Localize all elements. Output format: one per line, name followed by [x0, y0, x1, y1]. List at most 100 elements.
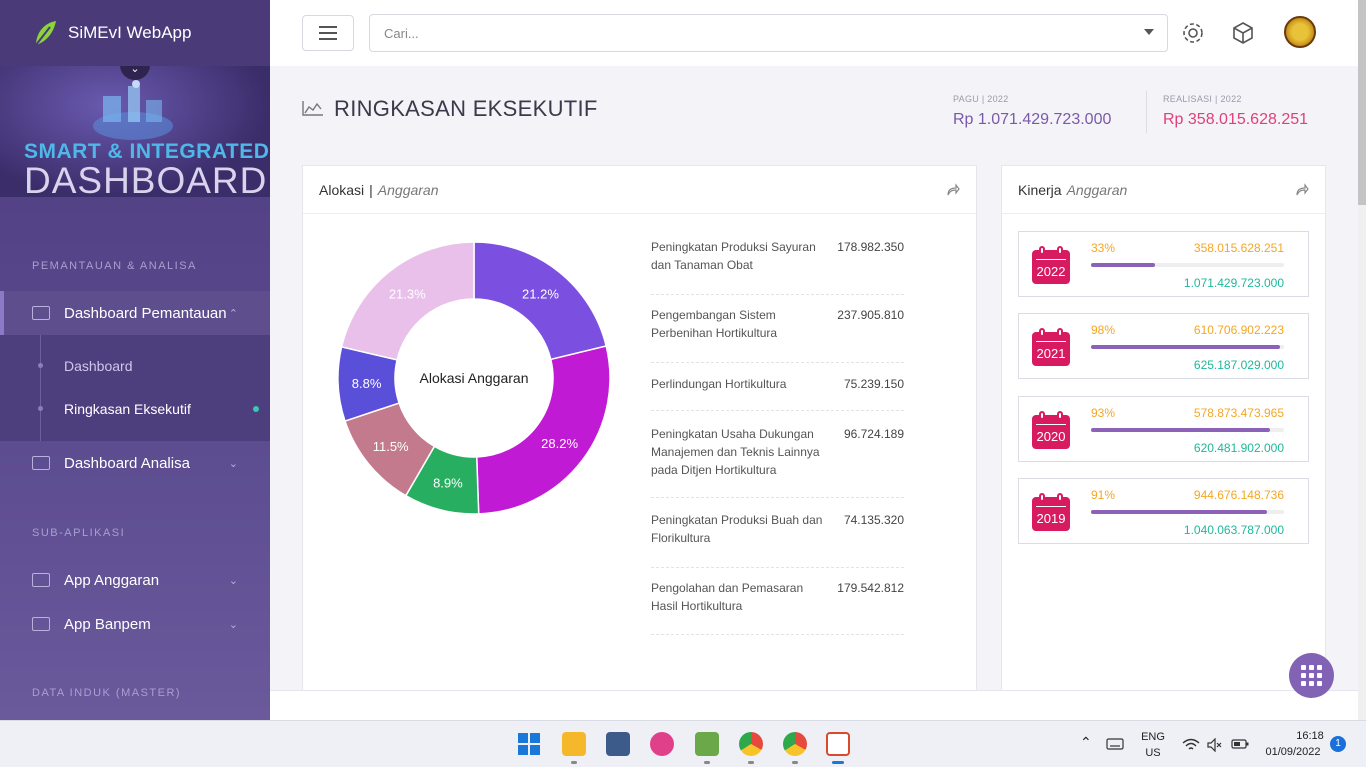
scrollbar-thumb[interactable] [1358, 0, 1366, 205]
ministry-logo[interactable] [1284, 16, 1316, 48]
kinerja-year: 2021 [1036, 346, 1066, 361]
kinerja-percent: 91% [1091, 488, 1116, 502]
legend-value: 96.724.189 [843, 427, 904, 441]
alokasi-subtitle: Anggaran [377, 181, 439, 198]
kinerja-realisasi: 944.676.148.736 [1193, 488, 1284, 502]
kinerja-realisasi: 610.706.902.223 [1193, 323, 1284, 337]
brand[interactable]: SiMEvI WebApp [0, 0, 270, 66]
nav-app-banpem[interactable]: App Banpem ⌄ [0, 614, 270, 634]
page-title: RINGKASAN EKSEKUTIF [334, 96, 598, 121]
box-icon[interactable] [1230, 20, 1256, 46]
language-top[interactable]: ENG [1140, 731, 1166, 743]
legend-row: Perlindungan Hortikultura 75.239.150 [651, 375, 904, 411]
alokasi-donut-chart: 21.2% 28.2% 8.9% 11.5% 8.8% 21.3% Alokasi Ang… [337, 241, 611, 515]
caret-down-icon[interactable] [1144, 29, 1154, 35]
file-explorer-icon[interactable] [562, 732, 586, 756]
legend-label: Peningkatan Produksi Sayuran dan Tanaman… [651, 240, 816, 272]
chrome-icon[interactable] [739, 732, 763, 756]
area-chart-icon [302, 101, 323, 116]
realisasi-label: REALISASI | 2022 [1163, 94, 1242, 104]
chevron-down-icon: ⌄ [228, 457, 238, 470]
battery-icon[interactable] [1231, 739, 1249, 749]
kinerja-progress-bar [1091, 263, 1284, 267]
calendar-icon: 2020 [1032, 411, 1070, 449]
chevron-down-icon: ⌄ [228, 618, 238, 631]
windows-start-icon[interactable] [517, 732, 541, 756]
chrome-icon[interactable] [783, 732, 807, 756]
kinerja-row[interactable]: 2020 93% 578.873.473.965 620.481.902.000 [1018, 396, 1309, 462]
kinerja-row[interactable]: 2022 33% 358.015.628.251 1.071.429.723.000 [1018, 231, 1309, 297]
alokasi-card: Alokasi | Anggaran 21.2% 28.2% 8.9% 11.5% 8.… [302, 165, 977, 705]
kinerja-pagu: 1.040.063.787.000 [1183, 523, 1284, 537]
donut-center-label: Alokasi Anggaran [420, 370, 529, 386]
section-subapp: SUB-APLIKASI [32, 527, 126, 539]
legend-value: 74.135.320 [843, 513, 904, 527]
calendar-icon: 2019 [1032, 493, 1070, 531]
active-app-icon[interactable] [826, 732, 850, 756]
leaf-logo-icon [35, 21, 56, 46]
donut-slice-label: 21.3% [389, 287, 426, 302]
illustration-icon [93, 80, 173, 140]
chevron-up-icon[interactable]: ⌃ [1080, 734, 1092, 751]
alokasi-card-header: Alokasi | Anggaran [303, 166, 976, 214]
trend-icon [32, 456, 50, 470]
calendar-icon: 2022 [1032, 246, 1070, 284]
notepad-icon[interactable] [695, 732, 719, 756]
notification-badge[interactable]: 1 [1330, 736, 1346, 752]
legend-label: Perlindungan Hortikultura [651, 377, 787, 391]
apps-grid-button[interactable] [1289, 653, 1334, 698]
legend-label: Peningkatan Usaha Dukungan Manajemen dan… [651, 427, 820, 477]
donut-slice-label: 21.2% [522, 287, 559, 302]
pagu-value: Rp 1.071.429.723.000 [953, 111, 1112, 128]
nav-dashboard-pemantauan[interactable]: Dashboard Pemantauan ⌃ [0, 291, 270, 335]
clock-date[interactable]: 01/09/2022 [1260, 746, 1326, 758]
nav-dashboard-analisa-label: Dashboard Analisa [64, 454, 190, 472]
wifi-icon[interactable] [1182, 738, 1200, 752]
kinerja-realisasi: 358.015.628.251 [1193, 241, 1284, 255]
chevron-up-icon: ⌃ [228, 307, 238, 320]
keyboard-icon[interactable] [1106, 738, 1124, 750]
kinerja-title: Kinerja [1018, 181, 1062, 198]
pagu-label: PAGU | 2022 [953, 94, 1009, 104]
section-master: DATA INDUK (MASTER) [32, 687, 182, 699]
clock-time[interactable]: 16:18 [1290, 730, 1330, 742]
wamp-icon[interactable] [650, 732, 674, 756]
nav-app-anggaran-label: App Anggaran [64, 571, 160, 589]
donut-slice-label: 8.8% [352, 376, 382, 391]
menu-toggle-button[interactable] [302, 15, 354, 51]
legend-label: Peningkatan Produksi Buah dan Florikultu… [651, 513, 823, 545]
legend-label: Pengembangan Sistem Perbenihan Hortikult… [651, 308, 778, 340]
snipping-tool-icon[interactable] [606, 732, 630, 756]
sub-item-dashboard[interactable]: Dashboard [64, 358, 133, 374]
nav-dashboard-analisa[interactable]: Dashboard Analisa ⌄ [0, 453, 270, 473]
section-monitoring: PEMANTAUAN & ANALISA [32, 260, 197, 272]
kinerja-card-header: Kinerja Anggaran [1002, 166, 1325, 214]
calendar-icon: 2021 [1032, 328, 1070, 366]
kinerja-year: 2019 [1036, 511, 1066, 526]
realisasi-value: Rp 358.015.628.251 [1163, 111, 1309, 128]
window-icon [32, 573, 50, 587]
share-icon[interactable] [1295, 183, 1309, 197]
kinerja-row[interactable]: 2019 91% 944.676.148.736 1.040.063.787.000 [1018, 478, 1309, 544]
bullet-icon [38, 406, 43, 411]
kinerja-row[interactable]: 2021 98% 610.706.902.223 625.187.029.000 [1018, 313, 1309, 379]
kinerja-pagu: 620.481.902.000 [1193, 441, 1284, 455]
alokasi-title: Alokasi [319, 181, 365, 198]
nav-app-anggaran[interactable]: App Anggaran ⌄ [0, 570, 270, 590]
language-bottom[interactable]: US [1140, 747, 1166, 759]
kinerja-subtitle: Anggaran [1066, 181, 1128, 198]
volume-muted-icon[interactable] [1207, 738, 1223, 752]
legend-row: Pengolahan dan Pemasaran Hasil Hortikult… [651, 579, 904, 635]
donut-slice-label: 8.9% [433, 475, 463, 490]
kinerja-progress-bar [1091, 510, 1284, 514]
share-icon[interactable] [946, 183, 960, 197]
gear-icon[interactable] [1180, 20, 1206, 46]
bullet-icon [38, 363, 43, 368]
topbar [270, 0, 1358, 66]
legend-value: 179.542.812 [837, 581, 904, 595]
kinerja-realisasi: 578.873.473.965 [1193, 406, 1284, 420]
search-input[interactable] [369, 14, 1168, 52]
sub-item-ringkasan-eksekutif[interactable]: Ringkasan Eksekutif [64, 401, 191, 417]
kinerja-percent: 98% [1091, 323, 1116, 337]
legend-value: 75.239.150 [843, 377, 904, 391]
